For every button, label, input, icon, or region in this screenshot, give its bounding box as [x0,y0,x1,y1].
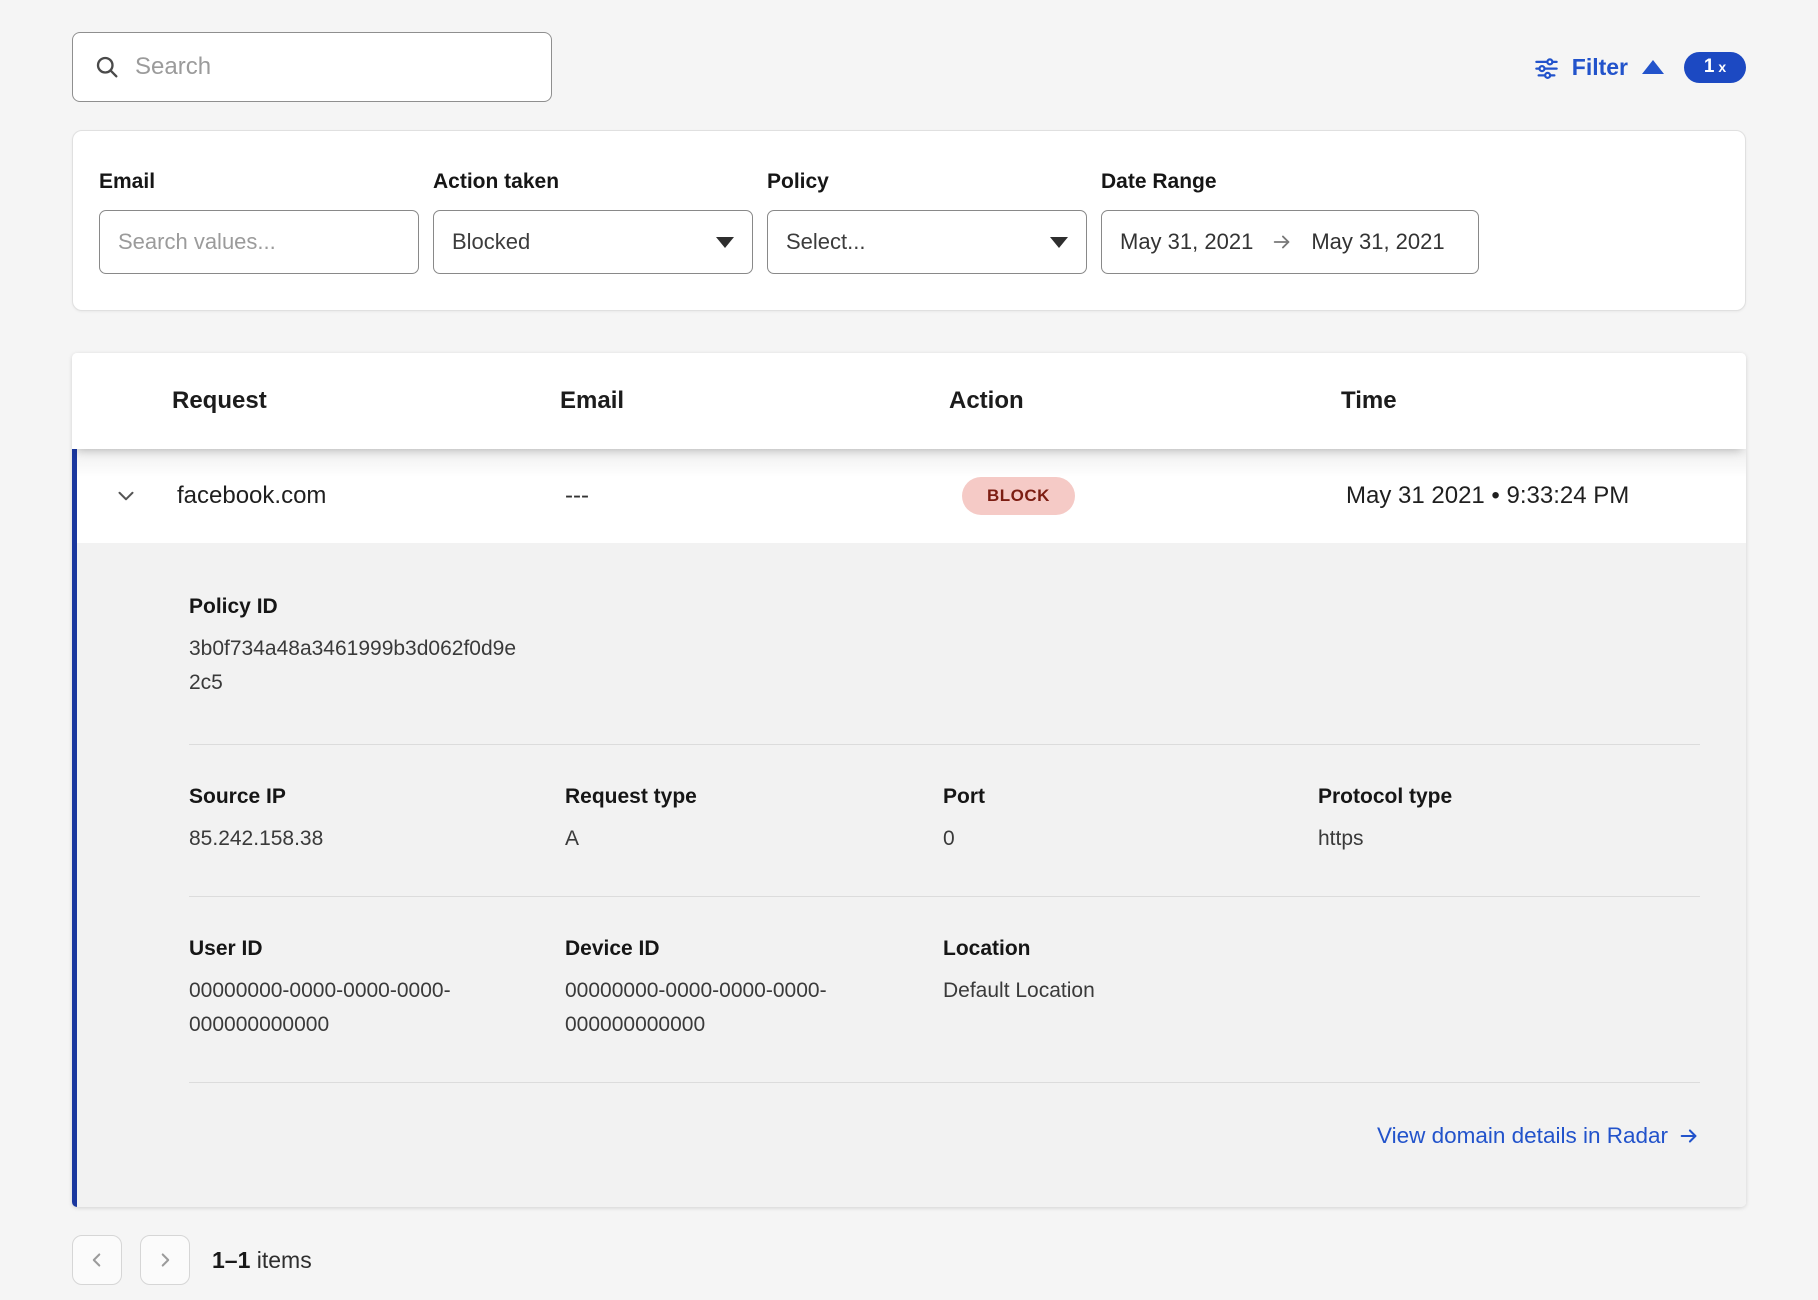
daterange-filter-field[interactable]: May 31, 2021 May 31, 2021 [1101,210,1479,274]
protocol-type-label: Protocol type [1318,785,1700,809]
policy-id-value: 3b0f734a48a3461999b3d062f0d9e2c5 [189,632,519,700]
daterange-filter-label: Date Range [1101,169,1479,195]
details-section-policy: Policy ID 3b0f734a48a3461999b3d062f0d9e2… [189,543,1700,745]
pagination-summary: 1–1 items [212,1247,312,1274]
source-ip-label: Source IP [189,785,565,809]
filter-count: 1 [1704,56,1715,78]
log-row-expanded: facebook.com --- BLOCK May 31 2021 • 9:3… [72,449,1746,1207]
row-details-panel: Policy ID 3b0f734a48a3461999b3d062f0d9e2… [77,543,1746,1207]
column-header-time: Time [1341,387,1746,415]
request-type-label: Request type [565,785,943,809]
pagination-items-label: items [257,1247,312,1273]
table-row[interactable]: facebook.com --- BLOCK May 31 2021 • 9:3… [77,449,1746,543]
radar-details-link[interactable]: View domain details in Radar [1377,1123,1700,1149]
pagination-bar: 1–1 items [72,1235,1746,1285]
gateway-logs-page: Filter 1 x Email Action taken Blocked Po… [0,0,1818,1300]
logs-table: Request Email Action Time facebook.com -… [72,353,1746,1207]
email-filter-label: Email [99,169,419,195]
next-page-button[interactable] [140,1235,190,1285]
source-ip-value: 85.242.158.38 [189,822,565,856]
action-filter-select[interactable]: Blocked [433,210,753,274]
user-id-label: User ID [189,937,565,961]
daterange-end: May 31, 2021 [1311,229,1444,255]
daterange-start: May 31, 2021 [1120,229,1253,255]
filter-count-times: x [1718,59,1726,75]
filter-panel: Email Action taken Blocked Policy Select… [72,130,1746,311]
email-filter-field[interactable] [99,210,419,274]
policy-filter-select[interactable]: Select... [767,210,1087,274]
device-id-value: 00000000-0000-0000-0000-000000000000 [565,974,885,1042]
chevron-down-icon [113,483,139,509]
detail-empty-cell [1318,937,1700,1042]
action-filter-value: Blocked [452,229,530,255]
column-header-email: Email [560,387,949,415]
user-id-value: 00000000-0000-0000-0000-000000000000 [189,974,509,1042]
policy-filter-label: Policy [767,169,1087,195]
location-value: Default Location [943,974,1318,1008]
port-value: 0 [943,822,1318,856]
chevron-right-icon [154,1249,176,1271]
previous-page-button[interactable] [72,1235,122,1285]
detail-protocol-type: Protocol type https [1318,785,1700,856]
action-filter-label: Action taken [433,169,753,195]
details-section-identity: User ID 00000000-0000-0000-0000-00000000… [189,897,1700,1083]
detail-source-ip: Source IP 85.242.158.38 [189,785,565,856]
device-id-label: Device ID [565,937,943,961]
column-header-request: Request [172,387,560,415]
details-footer: View domain details in Radar [189,1083,1700,1207]
email-filter-input[interactable] [118,229,400,255]
detail-request-type: Request type A [565,785,943,856]
arrow-right-icon [1271,231,1293,253]
filter-group-daterange: Date Range May 31, 2021 May 31, 2021 [1101,169,1479,274]
port-label: Port [943,785,1318,809]
row-expander-button[interactable] [77,483,177,509]
radar-link-label: View domain details in Radar [1377,1123,1668,1149]
chevron-left-icon [86,1249,108,1271]
pagination-range: 1–1 [212,1247,250,1273]
filter-toggle[interactable]: Filter 1 x [1533,52,1746,83]
filter-label: Filter [1572,54,1628,81]
details-section-network: Source IP 85.242.158.38 Request type A P… [189,745,1700,897]
row-email-value: --- [565,482,954,510]
row-time-value: May 31 2021 • 9:33:24 PM [1346,482,1746,510]
chevron-down-icon [1050,237,1068,248]
policy-filter-value: Select... [786,229,865,255]
row-request-value: facebook.com [177,482,565,510]
detail-location: Location Default Location [943,937,1318,1042]
detail-user-id: User ID 00000000-0000-0000-0000-00000000… [189,937,565,1042]
location-label: Location [943,937,1318,961]
chevron-up-icon [1642,60,1664,74]
row-action-cell: BLOCK [954,477,1346,515]
column-header-action: Action [949,387,1341,415]
table-header-row: Request Email Action Time [72,353,1746,449]
filter-count-badge[interactable]: 1 x [1684,52,1746,83]
filter-group-email: Email [99,169,419,274]
protocol-type-value: https [1318,822,1700,856]
filter-sliders-icon [1533,54,1560,81]
filter-group-action: Action taken Blocked [433,169,753,274]
top-bar: Filter 1 x [72,32,1746,102]
policy-id-label: Policy ID [189,595,1700,619]
search-box[interactable] [72,32,552,102]
search-icon [93,53,121,81]
request-type-value: A [565,822,943,856]
detail-port: Port 0 [943,785,1318,856]
filter-group-policy: Policy Select... [767,169,1087,274]
block-status-badge: BLOCK [962,477,1075,515]
chevron-down-icon [716,237,734,248]
detail-device-id: Device ID 00000000-0000-0000-0000-000000… [565,937,943,1042]
arrow-right-icon [1678,1125,1700,1147]
search-input[interactable] [135,53,531,81]
